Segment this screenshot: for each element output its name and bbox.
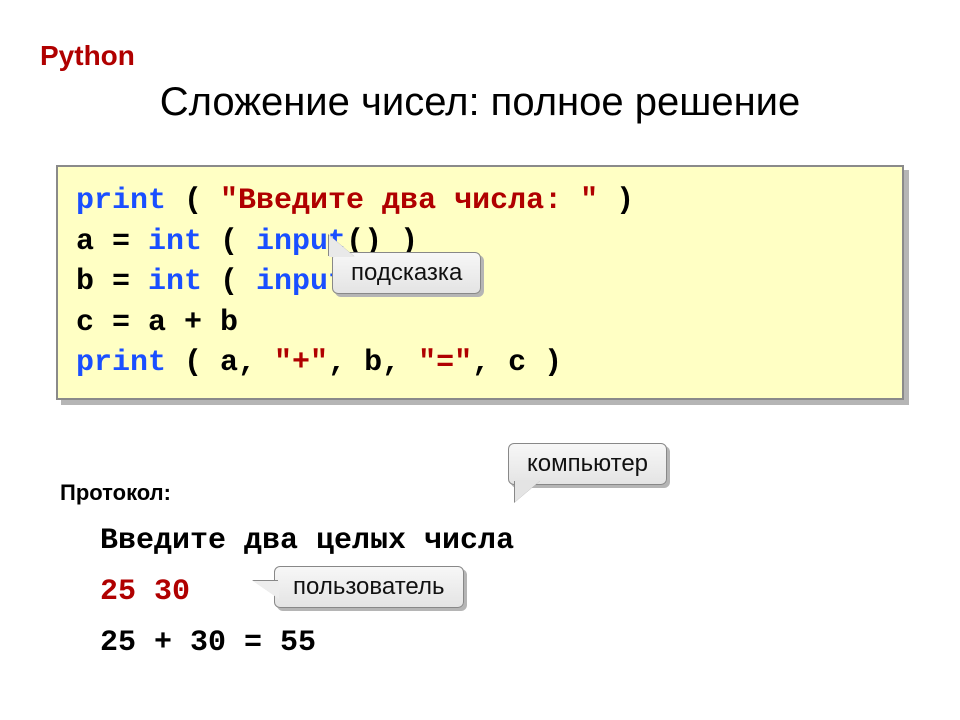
code-line-5: print ( a, "+", b, "=", c ) [76, 343, 884, 384]
keyword-print: print [76, 346, 166, 380]
keyword-int: int [148, 265, 202, 299]
callout-computer-label: компьютер [527, 450, 648, 477]
protocol-heading: Протокол: [60, 480, 171, 506]
protocol-line-result: 25 + 30 = 55 [100, 618, 514, 669]
callout-user-label: пользователь [293, 573, 445, 600]
protocol-line-prompt: Введите два целых числа [100, 516, 514, 567]
callout-hint-label: подсказка [351, 259, 462, 286]
string-literal: "+" [274, 346, 328, 380]
callout-tail-icon [329, 235, 355, 257]
language-label: Python [40, 40, 135, 72]
callout-tail-icon [515, 480, 541, 502]
callout-user: пользователь [274, 566, 464, 608]
string-literal: "=" [418, 346, 472, 380]
slide: Python Сложение чисел: полное решение pr… [0, 0, 960, 720]
code-line-4: c = a + b [76, 303, 884, 344]
slide-title: Сложение чисел: полное решение [0, 80, 960, 125]
keyword-int: int [148, 225, 202, 259]
callout-tail-icon [253, 581, 279, 599]
string-literal: "Введите два числа: " [220, 184, 598, 218]
code-line-1: print ( "Введите два числа: " ) [76, 181, 884, 222]
callout-computer: компьютер [508, 443, 667, 485]
callout-hint: подсказка [332, 252, 481, 294]
keyword-print: print [76, 184, 166, 218]
